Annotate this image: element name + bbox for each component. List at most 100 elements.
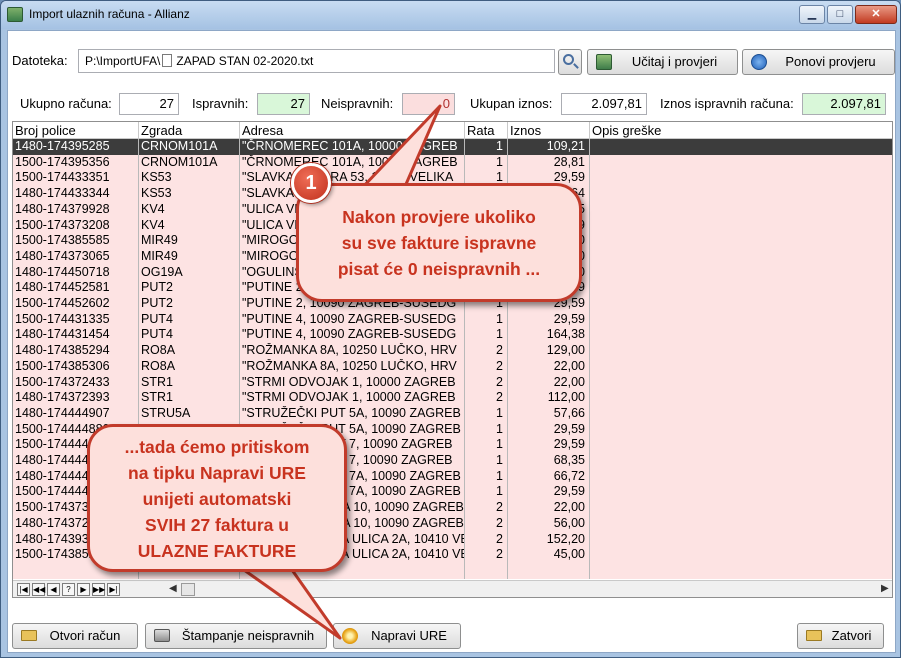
scroll-right-icon[interactable]: ▶	[881, 583, 889, 594]
cell-installment: 1	[496, 421, 503, 436]
cell-installment: 2	[496, 390, 503, 405]
cell-installment: 2	[496, 374, 503, 389]
cell-installment: 2	[496, 500, 503, 515]
print-invalid-button[interactable]: Štampanje neispravnih	[145, 623, 327, 649]
nav-button[interactable]: |◀	[17, 583, 30, 596]
nav-button[interactable]: ▶|	[107, 583, 120, 596]
cell-policy: 1500-174433351	[15, 170, 110, 185]
close-button[interactable]: Zatvori	[797, 623, 884, 649]
table-row[interactable]: 1480-174431454 PUT4 "PUTINE 4, 10090 ZAGRE…	[13, 327, 892, 343]
cell-policy: 1480-174431454	[15, 327, 110, 342]
invalid-label: Neispravnih:	[321, 96, 394, 111]
cell-policy: 1500-174431335	[15, 311, 110, 326]
cell-building: STR1	[141, 390, 173, 405]
cell-policy: 1480-174452581	[15, 280, 110, 295]
table-row[interactable]: 1480-174372393 STR1 "STRMI ODVOJAK 1, 1000…	[13, 390, 892, 406]
valid-label: Ispravnih:	[192, 96, 249, 111]
col-address[interactable]: Adresa	[240, 122, 465, 139]
recheck-button[interactable]: Ponovi provjeru	[742, 49, 895, 75]
cell-installment: 2	[496, 547, 503, 562]
nav-button[interactable]: ▶▶	[92, 583, 105, 596]
cell-building: PUT4	[141, 327, 173, 342]
cell-amount: 22,00	[553, 358, 585, 373]
table-row[interactable]: 1480-174444907 STRU5A "STRUŽEČKI PUT 5A, 1…	[13, 406, 892, 422]
cell-policy: 1500-174372433	[15, 374, 110, 389]
open-invoice-label: Otvori račun	[49, 628, 121, 643]
close-window-button[interactable]: ✕	[855, 5, 897, 24]
col-installment[interactable]: Rata	[465, 122, 508, 139]
file-path-field[interactable]: P:\ImportUFA\ ZAPAD STAN 02-2020.txt	[78, 49, 555, 73]
cell-installment: 2	[496, 343, 503, 358]
col-amount[interactable]: Iznos	[508, 122, 590, 139]
cell-installment: 2	[496, 531, 503, 546]
app-icon	[7, 7, 23, 22]
load-and-check-button[interactable]: Učitaj i provjeri	[587, 49, 738, 75]
scroll-left-icon[interactable]: ◀	[169, 583, 177, 594]
cell-address: "STRMI ODVOJAK 1, 10000 ZAGREB	[242, 390, 456, 405]
cell-building: PUT2	[141, 296, 173, 310]
minimize-button[interactable]: ▁	[799, 5, 825, 24]
browse-button[interactable]	[558, 49, 582, 75]
cell-policy: 1480-174385294	[15, 343, 110, 358]
cell-address: "PUTINE 4, 10090 ZAGREB-SUSEDG	[242, 311, 457, 326]
cell-address: "STRUŽEČKI PUT 5A, 10090 ZAGREB	[242, 405, 461, 420]
make-ure-label: Napravi URE	[371, 628, 447, 643]
cell-policy: 1480-174395285	[15, 139, 110, 153]
callout-invalid-zero: Nakon provjere ukoliko su sve fakture is…	[296, 183, 582, 302]
cell-installment: 1	[496, 311, 503, 326]
cell-policy: 1480-174372393	[15, 390, 110, 405]
table-row[interactable]: 1480-174395285 CRNOM101A "ČRNOMEREC 101A, …	[13, 139, 892, 155]
cell-building: STRU5A	[141, 405, 191, 420]
cell-installment: 1	[496, 453, 503, 467]
table-row[interactable]: 1500-174431335 PUT4 "PUTINE 4, 10090 ZAGRE…	[13, 312, 892, 328]
cell-amount: 22,00	[553, 500, 585, 515]
cell-policy: 1500-174385585	[15, 233, 110, 248]
valid-count: 27	[257, 93, 310, 115]
summary-row: Ukupno računa: 27 Ispravnih: 27 Neisprav…	[8, 89, 897, 119]
cell-building: CRNOM101A	[141, 139, 218, 153]
cell-amount: 68,35	[553, 453, 585, 467]
grid-navigator: ◀ ▶ |◀ ◀◀ ◀? ▶ ▶▶ ▶|	[13, 580, 892, 597]
cell-amount: 66,72	[553, 468, 585, 483]
nav-button[interactable]: ◀	[47, 583, 60, 596]
cell-amount: 22,00	[553, 374, 585, 389]
col-error-description[interactable]: Opis greške	[590, 122, 892, 139]
table-row[interactable]: 1500-174372433 STR1 "STRMI ODVOJAK 1, 1000…	[13, 375, 892, 391]
cell-building: RO8A	[141, 343, 176, 358]
cell-policy: 1480-174373065	[15, 248, 110, 263]
print-invalid-label: Štampanje neispravnih	[181, 628, 315, 643]
window-title: Import ulaznih računa - Allianz	[29, 7, 190, 21]
cell-address: "PUTINE 4, 10090 ZAGREB-SUSEDG	[242, 327, 457, 342]
path-file-name: ZAPAD STAN 02-2020.txt	[176, 54, 314, 68]
col-policy-number[interactable]: Broj police	[13, 122, 139, 139]
nav-button[interactable]: ?	[62, 583, 75, 596]
cell-building: KV4	[141, 201, 165, 216]
load-label: Učitaj i provjeri	[631, 54, 718, 69]
file-label: Datoteka:	[12, 53, 68, 68]
callout-make-ure: ...tada ćemo pritiskom na tipku Napravi …	[87, 424, 347, 572]
cell-amount: 152,20	[546, 531, 585, 546]
total-amount: 2.097,81	[561, 93, 647, 115]
table-row[interactable]: 1500-174385306 RO8A "ROŽMANKA 8A, 10250 LU…	[13, 359, 892, 375]
cell-amount: 112,00	[547, 390, 585, 405]
cell-building: KS53	[141, 170, 172, 185]
cell-building: RO8A	[141, 358, 176, 373]
cell-building: PUT2	[141, 280, 173, 295]
col-building[interactable]: Zgrada	[139, 122, 240, 139]
nav-button[interactable]: ◀◀	[32, 583, 45, 596]
table-row[interactable]: 1480-174385294 RO8A "ROŽMANKA 8A, 10250 LU…	[13, 343, 892, 359]
make-ure-button[interactable]: Napravi URE	[333, 623, 461, 649]
cell-amount: 29,59	[553, 484, 585, 499]
callout2-line4: SVIH 27 faktura u	[145, 515, 289, 535]
open-invoice-button[interactable]: Otvori račun	[12, 623, 138, 649]
cell-policy: 1480-174379928	[15, 201, 110, 216]
maximize-button[interactable]: □	[827, 5, 853, 24]
folder-icon	[21, 630, 37, 641]
nav-button[interactable]: ▶	[77, 583, 90, 596]
cell-installment: 1	[496, 468, 503, 483]
cell-policy: 1480-174444907	[15, 405, 110, 420]
horizontal-scroll-thumb[interactable]	[181, 583, 195, 596]
close-label: Zatvori	[831, 628, 872, 643]
cell-building: MIR49	[141, 248, 178, 263]
table-row[interactable]: 1500-174395356 CRNOM101A "ČRNOMEREC 101A, …	[13, 155, 892, 171]
